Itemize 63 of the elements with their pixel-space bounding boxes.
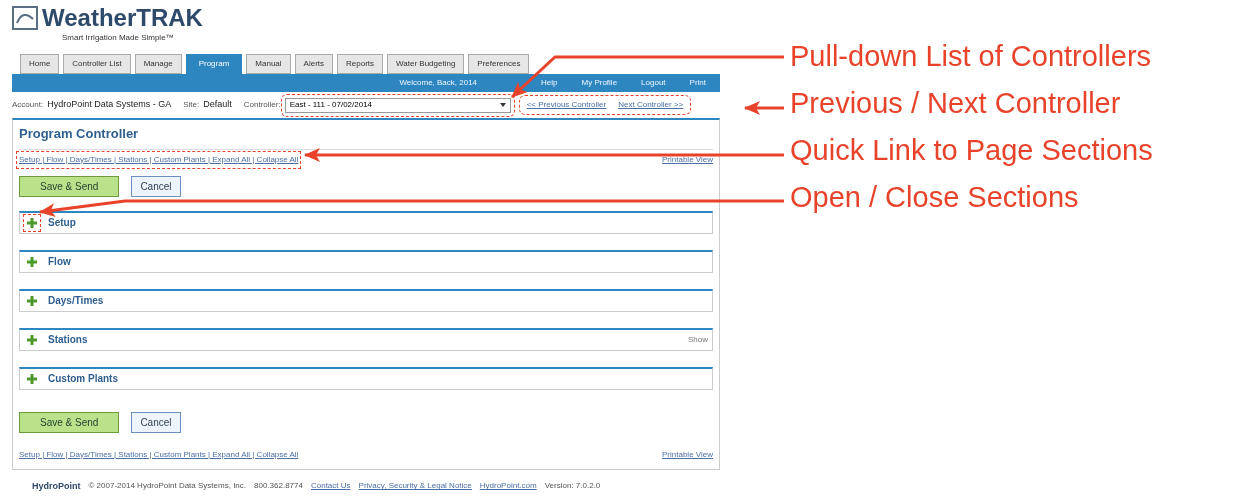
- annotation-label: Previous / Next Controller: [790, 87, 1122, 120]
- phone-text: 800.362.8774: [254, 480, 303, 493]
- nav-link[interactable]: Logout: [641, 77, 666, 89]
- annotation-label: Open / Close Sections: [790, 181, 1080, 214]
- caret-icon: [499, 103, 506, 107]
- section-header[interactable]: Setup: [19, 210, 713, 234]
- controller-label: Controller:: [243, 99, 281, 111]
- section-title: Stations: [48, 333, 89, 347]
- section-title: Days/Times: [48, 294, 105, 308]
- printable-view-link[interactable]: Printable View: [662, 448, 713, 461]
- section-title: Flow: [48, 255, 72, 269]
- logo-wordmark: WeatherTRAK: [42, 6, 203, 30]
- nav-tab[interactable]: Manual: [246, 54, 291, 74]
- section-header[interactable]: Custom Plants: [19, 366, 713, 390]
- section-title: Setup: [48, 216, 77, 230]
- nav-tab[interactable]: Reports: [337, 54, 384, 74]
- save-send-button[interactable]: Save & Send: [19, 175, 120, 197]
- callout-arrow: [744, 101, 784, 115]
- next-controller-link[interactable]: Next Controller >>: [618, 99, 684, 111]
- nav-tab[interactable]: Preferences: [468, 54, 530, 74]
- footer-link[interactable]: Privacy, Security & Legal Notice: [358, 480, 472, 493]
- copyright-text: © 2007-2014 HydroPoint Data Systems, Inc.: [88, 480, 247, 493]
- section-header[interactable]: Days/Times: [19, 288, 713, 312]
- footer-link[interactable]: Contact Us: [310, 480, 351, 493]
- logo-tagline: Smart Irrigation Made Simple™: [62, 32, 175, 44]
- nav-tab[interactable]: Alerts: [294, 54, 333, 74]
- quick-links[interactable]: Setup | Flow | Days/Times | Stations | Custom Plants | Expand All | Collapse All: [19, 153, 299, 166]
- section-action[interactable]: Show: [688, 333, 708, 346]
- site-label: Site:: [183, 99, 200, 111]
- site-name: Default: [203, 98, 232, 112]
- plus-icon[interactable]: [26, 372, 38, 385]
- plus-icon[interactable]: [26, 333, 38, 346]
- nav-link[interactable]: Help: [541, 77, 558, 89]
- save-send-button[interactable]: Save & Send: [19, 411, 120, 433]
- plus-icon[interactable]: [26, 294, 38, 307]
- quick-links[interactable]: Setup | Flow | Days/Times | Stations | Custom Plants | Expand All | Collapse All: [19, 448, 299, 461]
- controller-dropdown[interactable]: East - 111 - 07/02/2014: [284, 97, 511, 113]
- printable-view-link[interactable]: Printable View: [662, 153, 713, 166]
- account-label: Account:: [12, 99, 44, 111]
- nav-tab[interactable]: Manage: [134, 54, 182, 74]
- nav-tab[interactable]: Water Budgeting: [387, 54, 465, 74]
- panel-title: Program Controller: [19, 125, 140, 143]
- section-title: Custom Plants: [48, 372, 119, 386]
- section-header[interactable]: Flow: [19, 249, 713, 273]
- nav-link[interactable]: Welcome, Back, 2014: [399, 77, 478, 89]
- controller-value: East - 111 - 07/02/2014: [289, 99, 373, 111]
- nav-link[interactable]: Print: [689, 77, 706, 89]
- section-header[interactable]: Stations Show: [19, 327, 713, 351]
- nav-tab[interactable]: Home: [20, 54, 60, 74]
- footer-brand: HydroPoint: [32, 479, 81, 493]
- nav-link[interactable]: My Profile: [581, 77, 618, 89]
- plus-icon[interactable]: [26, 255, 38, 268]
- version-text: Version: 7.0.2.0: [544, 480, 601, 493]
- annotation-label: Quick Link to Page Sections: [790, 134, 1153, 167]
- annotation-label: Pull-down List of Controllers: [790, 40, 1153, 73]
- account-name: HydroPoint Data Systems - GA: [47, 98, 172, 112]
- logo-icon: [12, 6, 38, 30]
- previous-controller-link[interactable]: << Previous Controller: [526, 99, 607, 111]
- cancel-button[interactable]: Cancel: [131, 175, 181, 197]
- footer-link[interactable]: HydroPoint.com: [479, 480, 537, 493]
- nav-tab[interactable]: Program: [185, 54, 243, 74]
- nav-tab[interactable]: Controller List: [63, 54, 131, 74]
- cancel-button[interactable]: Cancel: [131, 411, 181, 433]
